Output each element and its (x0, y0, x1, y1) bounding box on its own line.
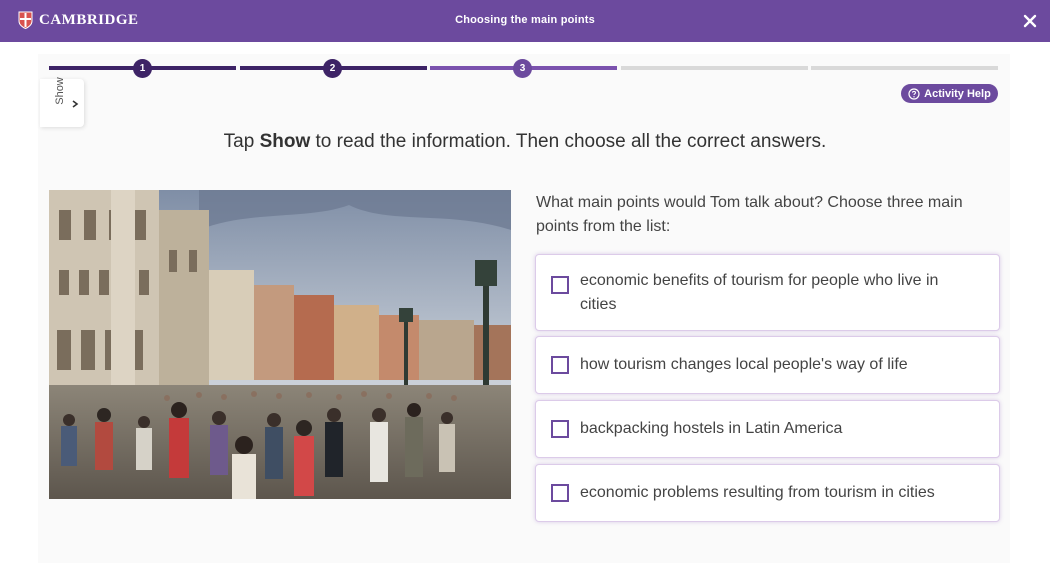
show-panel-tab[interactable]: Show (40, 77, 84, 127)
top-bar: CAMBRIDGE Choosing the main points (0, 0, 1050, 42)
instruction-show-word: Show (259, 131, 311, 152)
answer-option-1[interactable]: economic benefits of tourism for people … (535, 254, 1000, 331)
step-1-marker[interactable]: 1 (133, 59, 152, 78)
option-label: economic problems resulting from tourism… (580, 484, 935, 501)
answer-option-3[interactable]: backpacking hostels in Latin America (535, 400, 1000, 458)
chevron-right-icon (72, 100, 79, 108)
answer-option-4[interactable]: economic problems resulting from tourism… (535, 464, 1000, 522)
activity-help-button[interactable]: Activity Help (901, 84, 998, 103)
checkbox-icon[interactable] (551, 276, 569, 294)
progress-bar: 1 2 3 (49, 59, 998, 78)
close-icon[interactable] (1022, 13, 1038, 29)
activity-help-label: Activity Help (924, 87, 991, 100)
instruction-text: Tap Show to read the information. Then c… (0, 131, 1050, 153)
activity-title: Choosing the main points (455, 14, 595, 26)
instruction-part-1: Tap (223, 131, 260, 152)
question-text: What main points would Tom talk about? C… (536, 194, 963, 235)
show-label: Show (54, 77, 66, 105)
step-3-marker[interactable]: 3 (513, 59, 532, 78)
checkbox-icon[interactable] (551, 420, 569, 438)
option-label: economic benefits of tourism for people … (580, 272, 939, 313)
progress-segment-5 (811, 66, 998, 70)
checkbox-icon[interactable] (551, 484, 569, 502)
answer-option-2[interactable]: how tourism changes local people's way o… (535, 336, 1000, 394)
option-label: backpacking hostels in Latin America (580, 420, 843, 437)
checkbox-icon[interactable] (551, 356, 569, 374)
progress-segment-4 (621, 66, 808, 70)
question-circle-icon (908, 87, 920, 100)
step-2-marker[interactable]: 2 (323, 59, 342, 78)
instruction-part-2: to read the information. Then choose all… (310, 131, 827, 152)
option-label: how tourism changes local people's way o… (580, 356, 908, 373)
venice-crowd-photo (49, 190, 511, 499)
